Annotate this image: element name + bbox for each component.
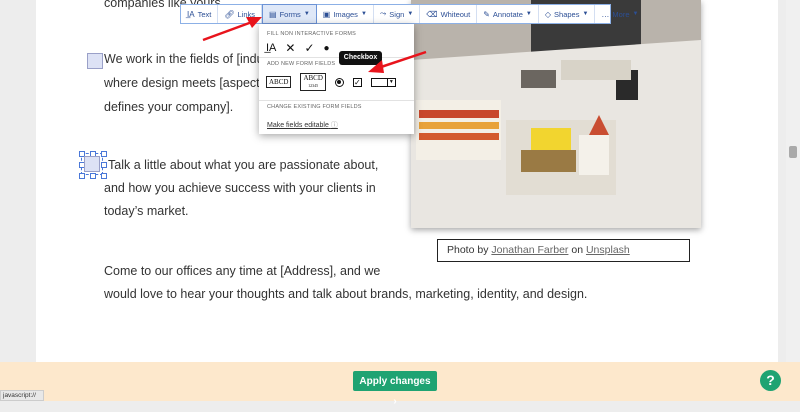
red-arrow-to-checkbox — [377, 50, 427, 70]
chevron-right-icon: › — [393, 396, 397, 407]
help-button[interactable]: ? — [760, 370, 781, 391]
red-arrow-to-forms — [202, 20, 253, 42]
red-arrowhead — [368, 60, 384, 73]
apply-changes-button[interactable]: Apply changes › — [353, 371, 437, 407]
status-bar: javascript:// — [0, 390, 44, 401]
apply-changes-label: Apply changes — [359, 376, 431, 387]
annotation-arrows — [202, 17, 427, 73]
